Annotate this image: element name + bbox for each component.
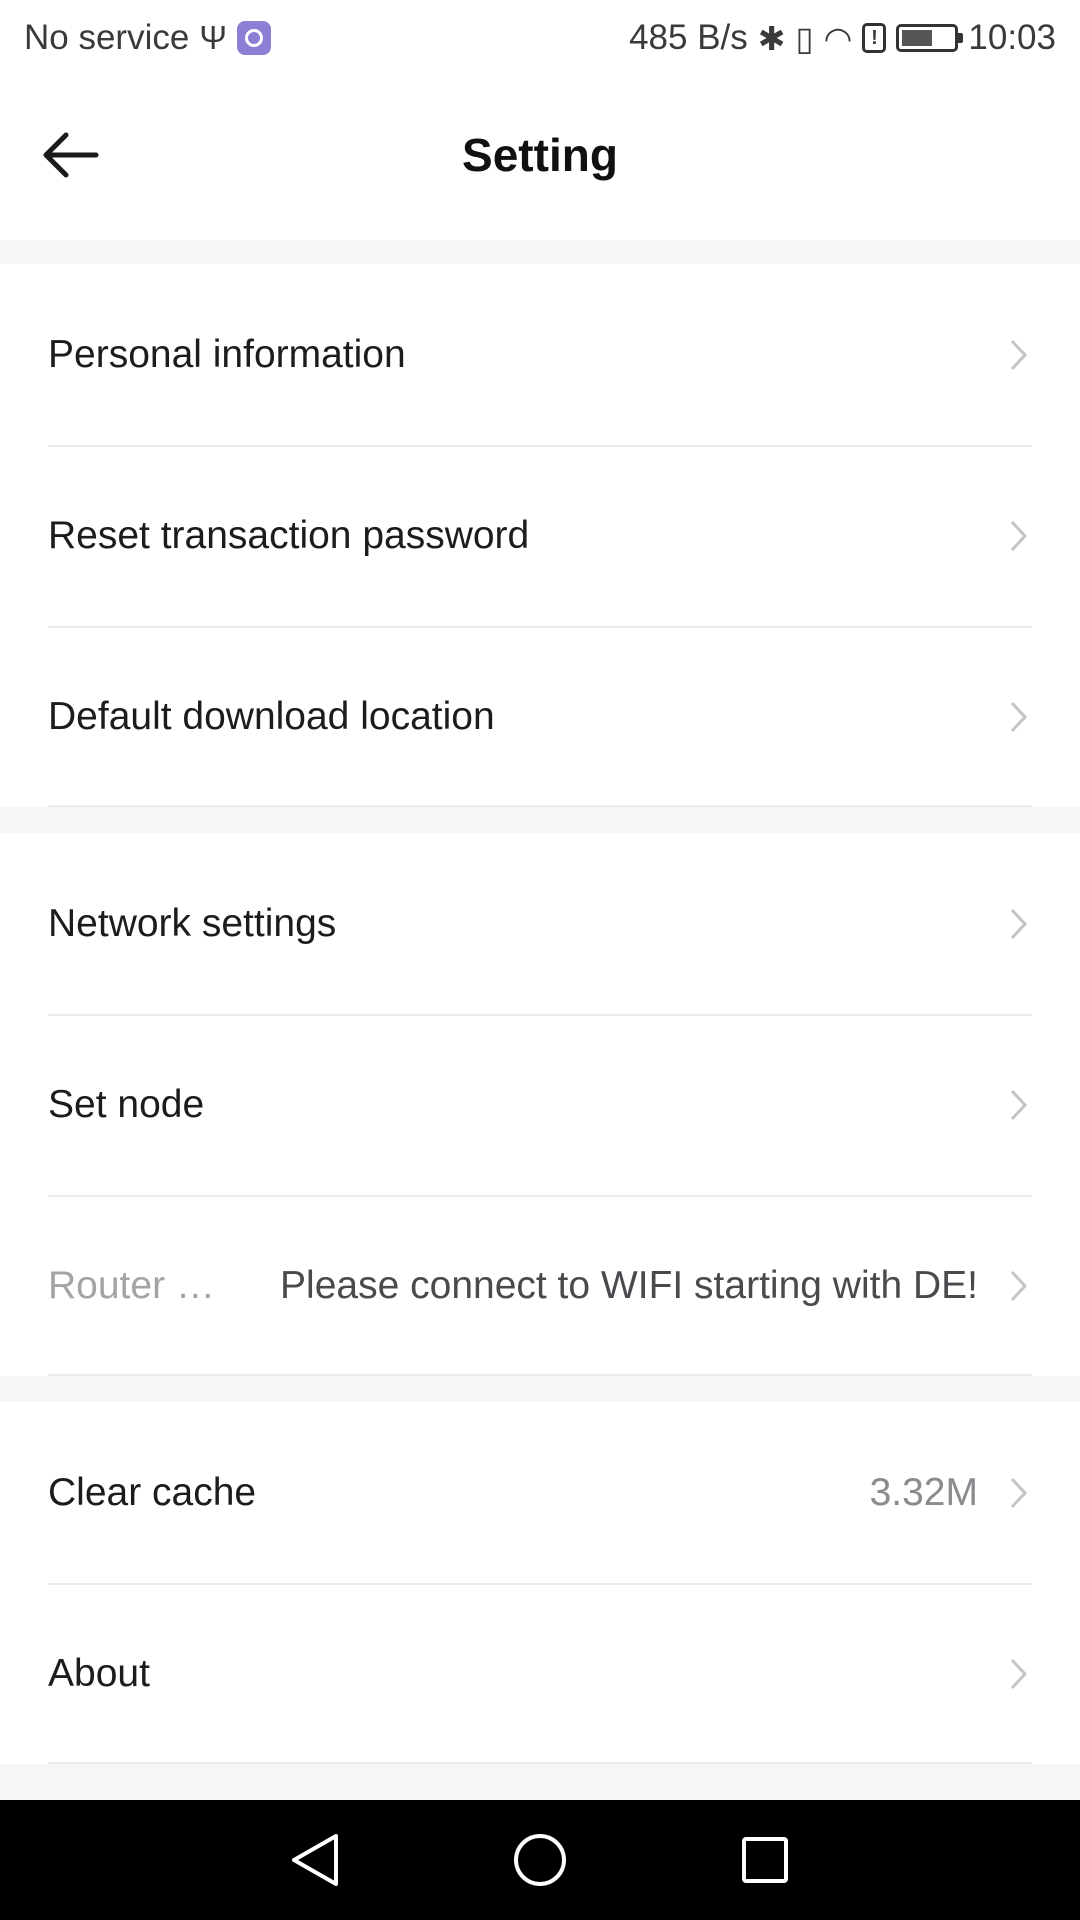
personal-information-row[interactable]: Personal information <box>0 264 1080 445</box>
nav-home-button[interactable] <box>505 1825 575 1895</box>
bluetooth-icon: ✱ <box>757 19 786 57</box>
chevron-right-icon <box>1010 339 1028 370</box>
row-label: Router … <box>48 1263 215 1307</box>
status-bar-left: No service Ψ <box>24 18 271 58</box>
network-speed: 485 B/s <box>629 18 748 57</box>
row-label: Clear cache <box>48 1470 257 1514</box>
app-bar: Setting <box>0 76 1080 240</box>
chevron-right-icon <box>1010 908 1028 939</box>
nav-recents-button[interactable] <box>730 1825 800 1895</box>
status-bar-right: 485 B/s ✱ ▯ ◠ ! 10:03 <box>629 18 1056 58</box>
app-notification-icon <box>236 21 271 55</box>
sim-alert-icon: ! <box>862 23 887 53</box>
clock: 10:03 <box>968 18 1056 57</box>
status-bar: No service Ψ 485 B/s ✱ ▯ ◠ ! 10:03 <box>0 0 1080 76</box>
chevron-right-icon <box>1010 520 1028 551</box>
nav-recents-icon <box>742 1837 788 1883</box>
set-node-row[interactable]: Set node <box>0 1014 1080 1195</box>
router-row[interactable]: Router … Please connect to WIFI starting… <box>0 1195 1080 1376</box>
wifi-icon: ◠ <box>823 19 853 57</box>
settings-group-account: Personal information Reset transaction p… <box>0 264 1080 807</box>
row-label: Set node <box>48 1082 205 1126</box>
row-label: Personal information <box>48 332 406 376</box>
chevron-right-icon <box>1010 1089 1028 1120</box>
chevron-right-icon <box>1010 701 1028 732</box>
nav-home-icon <box>514 1834 566 1886</box>
network-settings-row[interactable]: Network settings <box>0 833 1080 1014</box>
carrier-text: No service <box>24 18 190 57</box>
row-label: Network settings <box>48 901 337 945</box>
chevron-right-icon <box>1010 1477 1028 1508</box>
default-download-location-row[interactable]: Default download location <box>0 626 1080 807</box>
about-row[interactable]: About <box>0 1583 1080 1764</box>
page-title: Setting <box>462 129 618 181</box>
chevron-right-icon <box>1010 1658 1028 1689</box>
row-label: Reset transaction password <box>48 513 530 557</box>
battery-icon <box>896 24 964 52</box>
nav-back-button[interactable] <box>280 1825 350 1895</box>
row-label: About <box>48 1651 150 1695</box>
cache-size-value: 3.32M <box>869 1470 978 1514</box>
system-navigation-bar <box>0 1800 1080 1920</box>
usb-icon: Ψ <box>199 19 227 56</box>
vibrate-icon: ▯ <box>795 19 814 57</box>
chevron-right-icon <box>1010 1270 1028 1301</box>
settings-group-app: Clear cache 3.32M About <box>0 1402 1080 1764</box>
row-label: Default download location <box>48 694 495 738</box>
settings-group-network: Network settings Set node Router … Pleas… <box>0 833 1080 1376</box>
nav-back-icon <box>292 1834 338 1886</box>
router-status-value: Please connect to WIFI starting with DE! <box>280 1263 978 1307</box>
clear-cache-row[interactable]: Clear cache 3.32M <box>0 1402 1080 1583</box>
reset-transaction-password-row[interactable]: Reset transaction password <box>0 445 1080 626</box>
